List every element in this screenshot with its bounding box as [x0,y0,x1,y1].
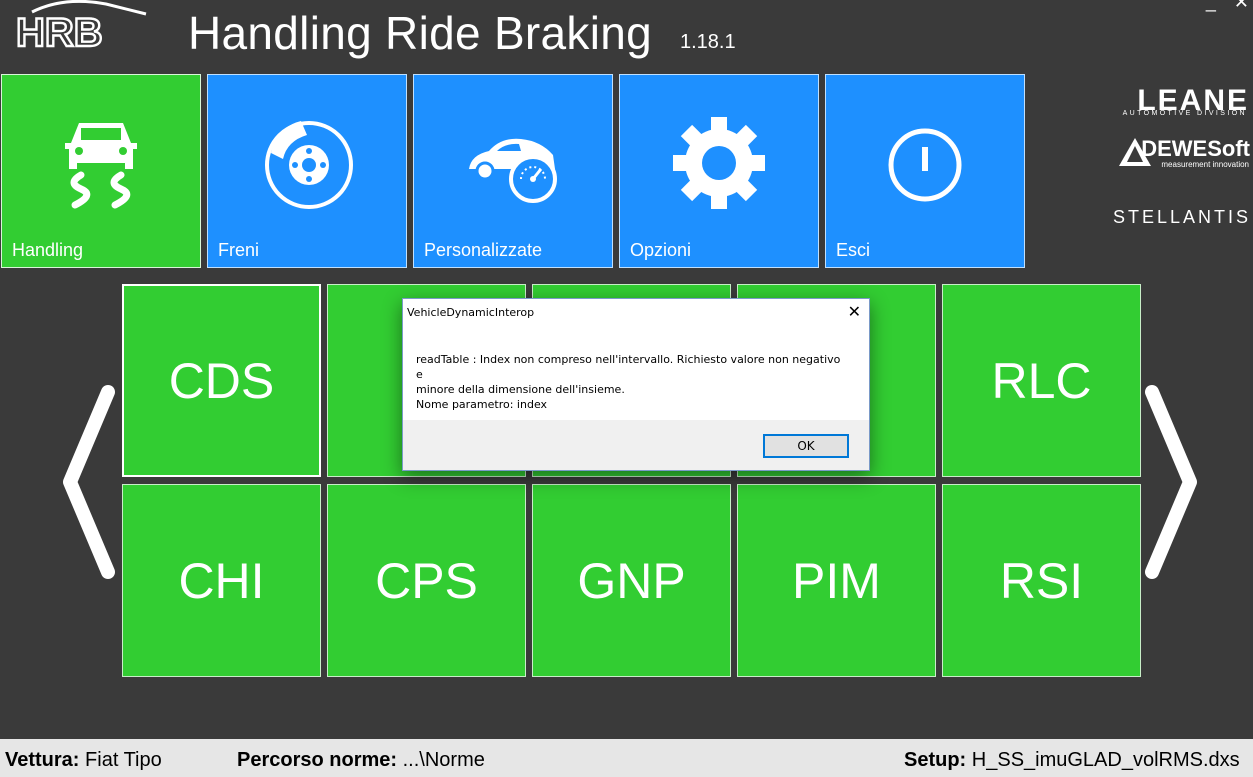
car-skid-icon [65,123,137,209]
tile-label: Freni [218,240,260,260]
test-tile-chi[interactable]: CHI [122,484,321,677]
test-tile-rlc[interactable]: RLC [942,284,1141,477]
dialog-message-line: readTable : Index non compreso nell'inte… [416,353,841,381]
close-window-button[interactable]: ✕ [1234,0,1249,13]
test-tile-cps[interactable]: CPS [327,484,526,677]
dialog-title: VehicleDynamicInterop [407,306,535,319]
error-dialog: VehicleDynamicInterop ✕ readTable : Inde… [402,298,870,471]
status-vettura: Vettura: Fiat Tipo [5,749,162,772]
test-tile-label: CDS [168,352,275,409]
status-setup: Setup: H_SS_imuGLAD_volRMS.dxs [904,749,1240,772]
gear-icon [673,117,765,209]
leane-subtitle: AUTOMOTIVE DIVISION [1122,110,1247,117]
tile-label: Opzioni [630,240,692,260]
tile-freni[interactable]: Freni [207,74,407,268]
setup-value: H_SS_imuGLAD_volRMS.dxs [971,749,1240,771]
tile-label: Personalizzate [424,240,543,260]
tile-label: Esci [836,240,871,260]
stellantis-logo: STELLANTIS [1112,207,1251,227]
dialog-close-icon[interactable]: ✕ [848,302,861,321]
test-tile-pim[interactable]: PIM [737,484,936,677]
tile-label: Handling [12,240,84,260]
window-controls: _ ✕ [1206,0,1249,13]
dialog-message-line: Nome parametro: index [416,398,548,411]
status-bar: Vettura: Fiat Tipo Percorso norme: ...\N… [0,739,1253,777]
test-tile-label: CPS [375,552,478,609]
app-version: 1.18.1 [680,31,736,53]
app-title: Handling Ride Braking [188,7,653,59]
next-arrow-icon[interactable] [1142,382,1202,582]
tile-opzioni[interactable]: Opzioni [619,74,819,268]
test-tile-label: PIM [792,552,881,609]
dialog-message: readTable : Index non compreso nell'inte… [416,352,846,412]
prev-arrow-icon[interactable] [58,382,118,582]
percorso-value: ...\Norme [402,749,485,771]
brake-disc-icon [265,121,353,209]
test-tile-label: RLC [991,352,1092,409]
tile-esci[interactable]: Esci [825,74,1025,268]
ok-button[interactable]: OK [763,434,849,458]
logo-text: HRB [16,11,103,52]
minimize-button[interactable]: _ [1206,0,1216,13]
dialog-message-line: minore della dimensione dell'insieme. [416,383,625,396]
tile-personalizzate[interactable]: Personalizzate [413,74,613,268]
test-tile-label: CHI [178,552,265,609]
vettura-label: Vettura: [5,749,80,771]
percorso-label: Percorso norme: [237,749,398,771]
status-percorso: Percorso norme: ...\Norme [237,749,485,772]
vettura-value: Fiat Tipo [85,749,162,771]
dialog-footer: OK [403,420,869,470]
test-tile-gnp[interactable]: GNP [532,484,731,677]
tile-handling[interactable]: Handling [1,74,201,268]
hrb-logo: HRB [15,0,147,52]
setup-label: Setup: [904,749,967,771]
test-tile-label: RSI [999,552,1084,609]
test-tile-label: GNP [577,552,686,609]
test-tile-cds[interactable]: CDS [122,284,321,477]
power-icon [888,128,962,202]
dewesoft-subtitle: measurement innovation [1161,160,1249,169]
car-gauge-icon [469,138,557,203]
dewesoft-logo: DEWESoft [1141,136,1250,161]
test-tile-rsi[interactable]: RSI [942,484,1141,677]
